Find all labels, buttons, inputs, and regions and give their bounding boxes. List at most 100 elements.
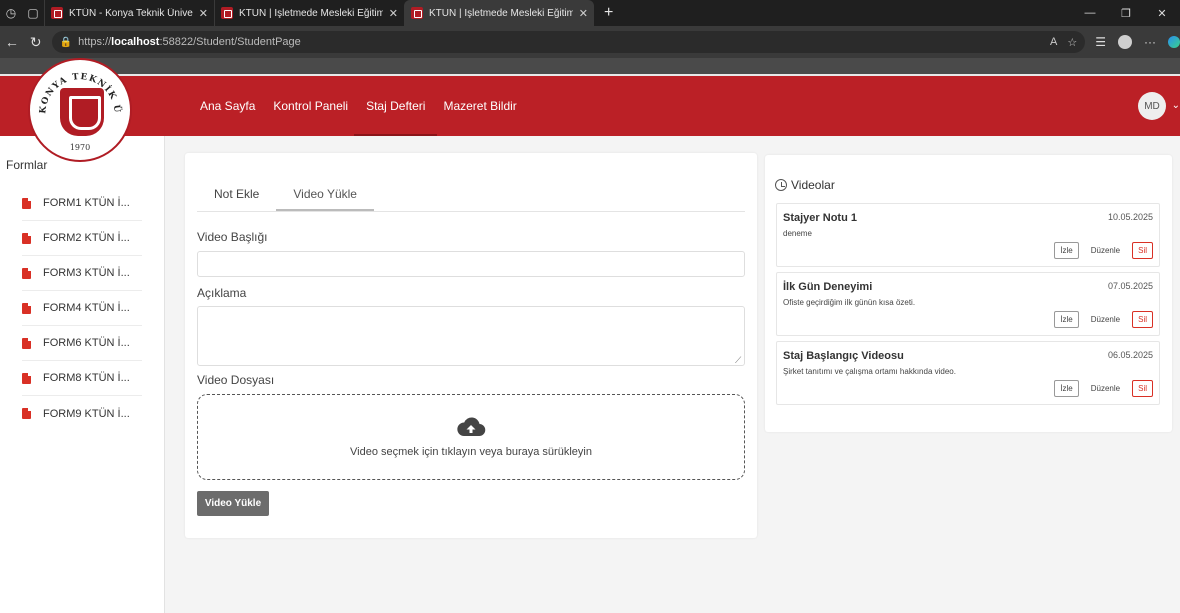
favorites-icon[interactable]: ☰ [1095,35,1106,49]
pdf-icon [22,197,31,209]
tab-actions-icon[interactable]: ▢ [22,0,44,26]
nav-internship-diary[interactable]: Staj Defteri [354,76,438,136]
close-window-icon[interactable]: ✕ [1144,0,1180,26]
university-logo[interactable]: KONYA TEKNİK ÜNİVERSİTESİ 1970 [28,58,132,162]
pdf-icon [22,302,31,314]
dropzone-hint: Video seçmek için tıklayın veya buraya s… [350,446,592,458]
videos-title: Videolar [791,178,835,192]
forms-sidebar: Formlar FORM1 KTÜN İ... FORM2 KTÜN İ... … [0,136,165,613]
main-nav: Ana Sayfa Kontrol Paneli Staj Defteri Ma… [200,76,535,136]
video-description: deneme [783,229,812,238]
sidebar-item-form2[interactable]: FORM2 KTÜN İ... [22,221,142,256]
video-item: Staj Başlangıç Videosu 06.05.2025 Şirket… [776,341,1160,405]
ktun-favicon-icon [51,7,63,19]
watch-button[interactable]: İzle [1054,242,1079,259]
video-date: 07.05.2025 [1107,281,1153,291]
pdf-icon [22,267,31,279]
more-icon[interactable]: ··· [1144,35,1156,49]
sidebar-item-label: FORM6 KTÜN İ... [43,337,130,349]
video-title-input[interactable] [197,251,745,277]
pdf-icon [22,372,31,384]
url-input[interactable]: 🔒 https://localhost:58822/Student/Studen… [51,31,1086,53]
back-icon[interactable]: ← [0,34,24,50]
delete-button[interactable]: Sil [1132,242,1153,259]
video-title: İlk Gün Deneyimi [783,281,873,293]
browser-addressbar: ← ↻ 🔒 https://localhost:58822/Student/St… [0,26,1180,58]
minimize-icon[interactable]: — [1072,0,1108,26]
tab-title: KTÜN - Konya Teknik Üniversitesi [69,7,193,19]
new-tab-icon[interactable]: + [594,4,623,22]
sidebar-item-form1[interactable]: FORM1 KTÜN İ... [22,186,142,221]
delete-button[interactable]: Sil [1132,380,1153,397]
avatar[interactable]: MD [1138,92,1166,120]
browser-tab-3[interactable]: KTUN | İşletmede Mesleki Eğitim ✕ [404,0,594,26]
sidebar-item-label: FORM9 KTÜN İ... [43,407,130,420]
video-item: İlk Gün Deneyimi 07.05.2025 Ofiste geçir… [776,272,1160,336]
watch-button[interactable]: İzle [1054,311,1079,328]
sidebar-item-form9[interactable]: FORM9 KTÜN İ... [22,396,142,431]
edit-button[interactable]: Düzenle [1084,311,1127,328]
tab-upload-video[interactable]: Video Yükle [276,177,374,211]
close-tab-icon[interactable]: ✕ [579,7,588,20]
sidebar-item-label: FORM1 KTÜN İ... [43,197,130,209]
video-upload-card: Not Ekle Video Yükle Video Başlığı Açıkl… [185,153,757,538]
browser-menu-icon[interactable]: ◷ [0,0,22,26]
sidebar-item-label: FORM2 KTÜN İ... [43,232,130,244]
copilot-icon[interactable] [1167,36,1180,48]
chevron-down-icon[interactable]: ⌄ [1172,100,1180,111]
reload-icon[interactable]: ↻ [24,34,48,51]
nav-home[interactable]: Ana Sayfa [200,76,255,136]
nav-dashboard[interactable]: Kontrol Paneli [273,76,348,136]
videos-card: Videolar Stajyer Notu 1 10.05.2025 denem… [765,155,1172,432]
video-file-label: Video Dosyası [197,373,275,387]
browser-tab-1[interactable]: KTÜN - Konya Teknik Üniversitesi ✕ [44,0,214,26]
close-tab-icon[interactable]: ✕ [199,7,208,20]
browser-tab-2[interactable]: KTUN | İşletmede Mesleki Eğitim ✕ [214,0,404,26]
read-aloud-icon[interactable]: A [1050,36,1057,49]
tab-title: KTUN | İşletmede Mesleki Eğitim [239,7,383,19]
close-tab-icon[interactable]: ✕ [389,7,398,20]
url-host: localhost [111,36,160,48]
nav-excuse-report[interactable]: Mazeret Bildir [443,76,516,136]
form-tabs: Not Ekle Video Yükle [197,177,745,212]
pdf-icon [22,408,31,419]
ktun-favicon-icon [221,7,233,19]
favorite-star-icon[interactable]: ☆ [1067,36,1077,49]
pdf-icon [22,337,31,349]
profile-icon[interactable] [1117,35,1132,49]
sidebar-item-label: FORM4 KTÜN İ... [43,302,130,314]
app-header: Ana Sayfa Kontrol Paneli Staj Defteri Ma… [0,74,1180,136]
video-date: 10.05.2025 [1107,212,1153,222]
video-description: Şirket tanıtımı ve çalışma ortamı hakkın… [783,367,956,376]
video-title: Staj Başlangıç Videosu [783,350,904,362]
cloud-upload-icon [457,417,486,437]
sidebar-item-form8[interactable]: FORM8 KTÜN İ... [22,361,142,396]
edit-button[interactable]: Düzenle [1084,380,1127,397]
sidebar-item-form4[interactable]: FORM4 KTÜN İ... [22,291,142,326]
description-textarea[interactable] [197,306,745,366]
url-path: :58822/Student/StudentPage [159,36,301,48]
forms-list: FORM1 KTÜN İ... FORM2 KTÜN İ... FORM3 KT… [0,186,164,431]
video-description: Ofiste geçirdiğim ilk günün kısa özeti. [783,298,916,307]
browser-tabbar: ◷ ▢ KTÜN - Konya Teknik Üniversitesi ✕ K… [0,0,1180,26]
sidebar-item-form3[interactable]: FORM3 KTÜN İ... [22,256,142,291]
lock-icon: 🔒 [59,36,73,48]
edit-button[interactable]: Düzenle [1084,242,1127,259]
video-title-label: Video Başlığı [197,230,268,244]
ktun-favicon-icon [411,7,423,19]
tab-title: KTUN | İşletmede Mesleki Eğitim [429,7,573,19]
delete-button[interactable]: Sil [1132,311,1153,328]
video-dropzone[interactable]: Video seçmek için tıklayın veya buraya s… [197,394,745,480]
window-controls: — ❐ ✕ [1072,0,1180,26]
video-date: 06.05.2025 [1107,350,1153,360]
watch-button[interactable]: İzle [1054,380,1079,397]
video-item: Stajyer Notu 1 10.05.2025 deneme İzle Dü… [776,203,1160,267]
sidebar-item-label: FORM3 KTÜN İ... [43,267,130,279]
restore-icon[interactable]: ❐ [1108,0,1144,26]
browser-toolbar-strip [0,58,1180,74]
url-scheme: https:// [78,36,112,48]
sidebar-item-label: FORM8 KTÜN İ... [43,372,130,384]
sidebar-item-form6[interactable]: FORM6 KTÜN İ... [22,326,142,361]
upload-video-button[interactable]: Video Yükle [197,491,269,516]
tab-add-note[interactable]: Not Ekle [197,177,276,211]
